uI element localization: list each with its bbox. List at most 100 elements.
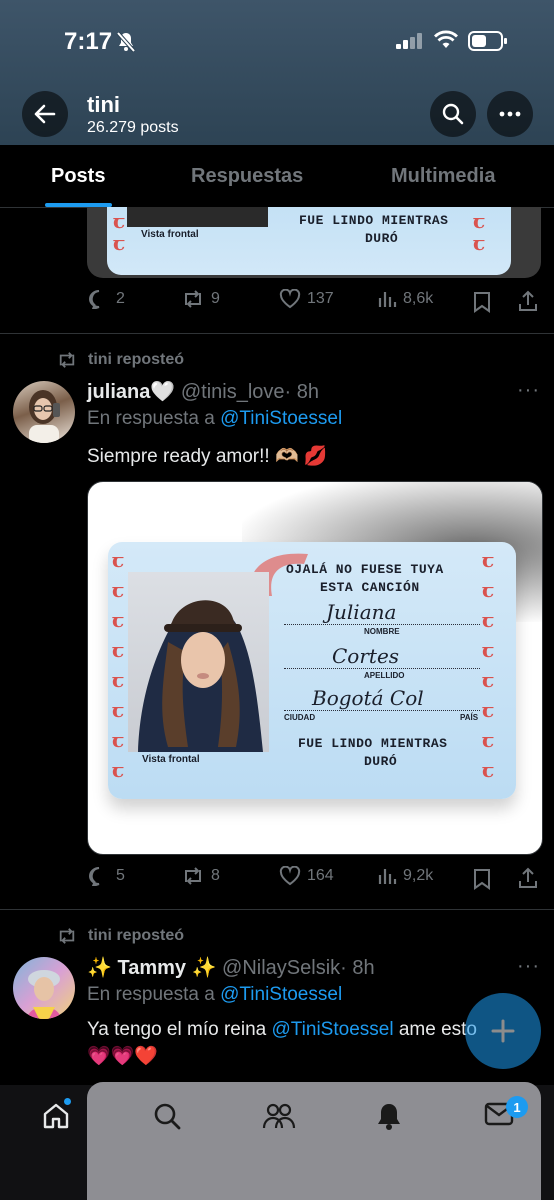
card-ciudad-value: Bogotá Col xyxy=(312,686,424,710)
profile-header: 7:17 tini 26.279 posts xyxy=(0,0,554,145)
notifications-icon[interactable] xyxy=(375,1101,403,1131)
display-name[interactable]: ✨ Tammy ✨ xyxy=(87,957,216,979)
post-text-emoji: 💗💗❤️ xyxy=(87,1046,158,1067)
bell-muted-icon xyxy=(116,31,136,53)
share-icon[interactable] xyxy=(517,867,539,889)
handle[interactable]: @NilaySelsik xyxy=(222,957,340,979)
home-unread-dot xyxy=(64,1098,71,1105)
compose-button[interactable] xyxy=(465,993,541,1069)
heart-icon xyxy=(279,866,301,886)
search-button[interactable] xyxy=(430,91,476,137)
search-icon xyxy=(442,103,464,125)
profile-tabs: Posts Respuestas Multimedia xyxy=(0,145,554,208)
card-pais-label: PAÍS xyxy=(460,713,479,722)
avatar[interactable] xyxy=(13,957,75,1019)
battery-icon xyxy=(468,31,507,51)
repost-indicator: tini reposteó xyxy=(56,927,184,945)
like-button[interactable]: 137 xyxy=(279,289,334,309)
post-divider xyxy=(0,333,554,334)
search-icon[interactable] xyxy=(152,1101,182,1131)
tab-posts[interactable]: Posts xyxy=(51,165,105,188)
repost-icon xyxy=(185,867,201,885)
like-count: 137 xyxy=(307,290,334,307)
tab-multimedia[interactable]: Multimedia xyxy=(391,165,495,188)
post-user-line: juliana🤍 @tinis_love· 8h xyxy=(87,379,319,404)
tab-respuestas[interactable]: Respuestas xyxy=(191,165,303,188)
share-icon[interactable] xyxy=(517,290,539,312)
post-text: Ya tengo el mío reina @TiniStoessel ame … xyxy=(87,1019,477,1041)
like-button[interactable]: 164 xyxy=(279,866,334,886)
post-image[interactable]: ꞇ ꞇ ꞇ ꞇ Vista frontal FUE LINDO MIENTRAS… xyxy=(87,207,541,278)
avatar-photo xyxy=(29,390,60,443)
plus-icon xyxy=(491,1019,515,1043)
repost-label: tini reposteó xyxy=(88,927,185,944)
reply-icon xyxy=(89,290,100,309)
reply-button[interactable]: 5 xyxy=(88,866,125,886)
repost-icon xyxy=(59,928,75,944)
reply-prefix: En respuesta a xyxy=(87,984,215,1005)
reply-context: En respuesta a @TiniStoessel xyxy=(87,408,342,430)
card-footer-line1: FUE LINDO MIENTRAS xyxy=(299,213,449,228)
repost-button[interactable]: 9 xyxy=(181,289,220,309)
card-ciudad-label: CIUDAD xyxy=(284,713,316,722)
view-count: 8,6k xyxy=(403,290,434,307)
handle[interactable]: @tinis_love xyxy=(181,381,285,403)
reply-mention-link[interactable]: @TiniStoessel xyxy=(220,984,342,1005)
post-time: · 8h xyxy=(340,957,375,979)
post-text: Siempre ready amor!! 🫶🏼 💋 xyxy=(87,446,328,467)
card-dotline xyxy=(284,624,480,625)
wifi-icon xyxy=(434,30,458,48)
reply-count: 2 xyxy=(116,290,125,307)
communities-icon[interactable] xyxy=(262,1101,296,1131)
post-count: 26.279 posts xyxy=(87,119,179,136)
card-heading-line1: OJALÁ NO FUESE TUYA xyxy=(286,562,444,577)
card-footer-line2: DURÓ xyxy=(364,754,398,769)
signal-icon xyxy=(396,33,422,49)
card-nombre-value: Juliana xyxy=(326,600,397,624)
repost-icon xyxy=(59,352,75,368)
post-mention-link[interactable]: @TiniStoessel xyxy=(271,1019,393,1040)
like-count: 164 xyxy=(307,867,334,884)
avatar-photo xyxy=(27,970,61,1019)
messages-badge: 1 xyxy=(506,1096,528,1118)
avatar[interactable] xyxy=(13,381,75,443)
repost-icon xyxy=(185,290,201,308)
more-options-button[interactable] xyxy=(487,91,533,137)
post-actions: 2 9 137 8,6k xyxy=(0,289,554,319)
repost-button[interactable]: 8 xyxy=(181,866,220,886)
card-photo xyxy=(128,572,269,752)
reply-prefix: En respuesta a xyxy=(87,408,215,429)
post-text-start: Ya tengo el mío reina xyxy=(87,1019,267,1040)
card-footer-line1: FUE LINDO MIENTRAS xyxy=(298,736,448,751)
display-name[interactable]: juliana🤍 xyxy=(87,381,175,403)
card-footer-line2: DURÓ xyxy=(365,231,399,246)
more-icon xyxy=(499,111,521,117)
card-apellido-label: APELLIDO xyxy=(364,671,405,680)
bookmark-icon[interactable] xyxy=(473,868,491,890)
home-icon[interactable] xyxy=(41,1101,71,1131)
reply-count: 5 xyxy=(116,867,125,884)
post-image[interactable]: ꞇ ꞇ ꞇ ꞇ ꞇ ꞇ ꞇ ꞇ ꞇ ꞇ ꞇ ꞇ ꞇ ꞇ ꞇ ꞇ Vista fr… xyxy=(87,481,543,855)
post-more-icon[interactable]: ··· xyxy=(517,955,540,978)
card-dotline xyxy=(284,710,480,711)
card-nombre-label: NOMBRE xyxy=(364,627,400,636)
reply-button[interactable]: 2 xyxy=(88,289,125,309)
post-user-line: ✨ Tammy ✨ @NilaySelsik· 8h xyxy=(87,955,375,980)
repost-indicator: tini reposteó xyxy=(56,351,184,369)
views-button[interactable]: 8,6k xyxy=(377,289,433,309)
views-icon xyxy=(378,292,397,307)
bottom-nav-overlay xyxy=(87,1082,541,1200)
post-actions: 5 8 164 9,2k xyxy=(0,866,554,896)
post-more-icon[interactable]: ··· xyxy=(517,379,540,402)
view-count: 9,2k xyxy=(403,867,434,884)
repost-count: 8 xyxy=(211,867,220,884)
views-button[interactable]: 9,2k xyxy=(377,866,433,886)
repost-count: 9 xyxy=(211,290,220,307)
profile-name: tini xyxy=(87,92,120,117)
card-apellido-value: Cortes xyxy=(332,644,400,668)
bookmark-icon[interactable] xyxy=(473,291,491,313)
post-time: · 8h xyxy=(284,381,319,403)
back-button[interactable] xyxy=(22,91,68,137)
reply-mention-link[interactable]: @TiniStoessel xyxy=(220,408,342,429)
arrow-left-icon xyxy=(34,104,56,124)
